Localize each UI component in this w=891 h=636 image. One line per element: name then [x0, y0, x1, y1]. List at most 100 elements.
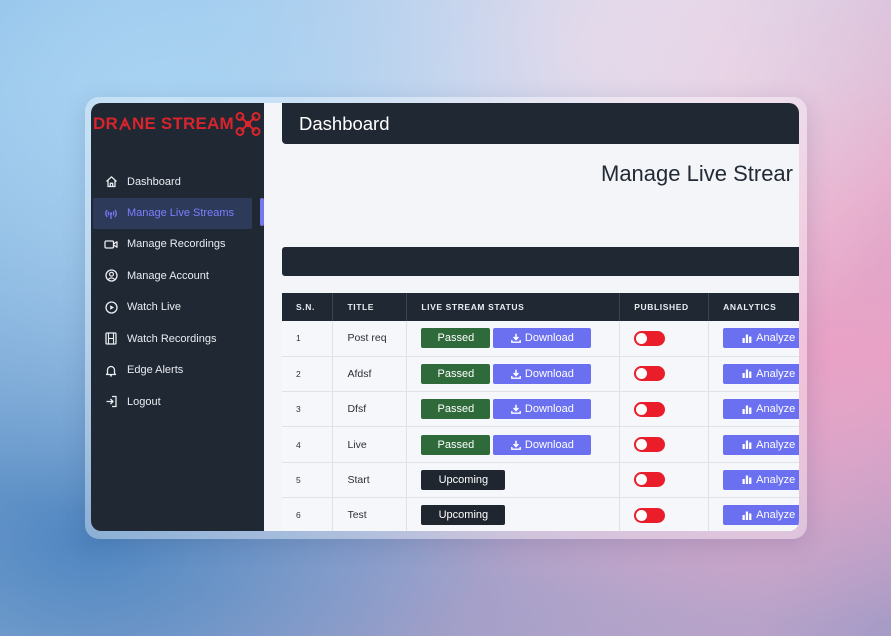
- page-title: Manage Live Strear: [601, 161, 793, 186]
- table-row: 1 Post req Passed Download Analyze: [282, 321, 799, 357]
- bar-chart-icon: [742, 369, 752, 379]
- video-camera-icon: [104, 237, 118, 251]
- quadcopter-icon: [235, 112, 261, 136]
- published-toggle[interactable]: [634, 437, 666, 453]
- sidebar: DR NE STREAM Dashboard Manage Live Strea…: [91, 103, 264, 531]
- table-row: 6 Test Upcoming Analyze: [282, 497, 799, 531]
- cell-title: Afdsf: [332, 356, 408, 393]
- analyze-label: Analyze: [756, 438, 796, 451]
- drone-icon: [119, 116, 131, 131]
- cell-published: [619, 497, 710, 531]
- published-toggle[interactable]: [634, 366, 666, 382]
- download-label: Download: [524, 367, 574, 380]
- bar-chart-icon: [742, 511, 752, 520]
- cell-published: [619, 462, 710, 498]
- cell-published: [619, 321, 710, 357]
- top-bar: Dashboard: [282, 103, 799, 144]
- sidebar-item-manage-account[interactable]: Manage Account: [91, 260, 264, 291]
- column-header-analytics[interactable]: ANALYTICS: [708, 293, 799, 321]
- logout-icon: [104, 395, 118, 409]
- download-button[interactable]: Download: [493, 363, 592, 384]
- cell-published: [619, 356, 710, 393]
- table-row: 3 Dfsf Passed Download Analyze: [282, 391, 799, 428]
- cell-status: Passed Download: [406, 321, 621, 357]
- published-toggle[interactable]: [634, 330, 666, 346]
- cell-title: Dfsf: [332, 391, 408, 428]
- table-body: 1 Post req Passed Download Analyze 2 Afdsf Pass…: [282, 321, 799, 531]
- sidebar-item-label: Edge Alerts: [127, 364, 184, 376]
- toggle-knob: [636, 332, 648, 344]
- status-passed-button[interactable]: Passed: [421, 399, 491, 420]
- toggle-knob: [636, 403, 648, 415]
- sidebar-item-dashboard[interactable]: Dashboard: [91, 166, 264, 197]
- home-icon: [104, 175, 118, 189]
- sidebar-item-watch-recordings[interactable]: Watch Recordings: [91, 323, 264, 354]
- user-circle-icon: [104, 269, 118, 283]
- table-row: 2 Afdsf Passed Download Analyze: [282, 356, 799, 393]
- cell-sn: 3: [282, 391, 334, 428]
- cell-sn: 6: [282, 497, 334, 531]
- cell-status: Upcoming: [406, 462, 621, 498]
- status-passed-button[interactable]: Passed: [421, 328, 491, 349]
- sidebar-item-label: Manage Account: [127, 269, 209, 282]
- cell-status: Upcoming: [406, 497, 621, 531]
- cell-status: Passed Download: [406, 426, 621, 463]
- sidebar-item-label: Manage Recordings: [127, 238, 226, 250]
- streams-table-wrap: S.N. TITLE LIVE STREAM STATUS PUBLISHED …: [282, 293, 799, 531]
- download-label: Download: [524, 438, 574, 451]
- status-upcoming-button[interactable]: Upcoming: [421, 469, 506, 490]
- sidebar-item-label: Watch Recordings: [127, 332, 217, 345]
- sidebar-item-label: Manage Live Streams: [127, 207, 234, 219]
- analyze-button[interactable]: Analyze: [723, 363, 799, 384]
- section-bar: [282, 247, 799, 276]
- bar-chart-icon: [742, 440, 752, 450]
- sidebar-item-watch-live[interactable]: Watch Live: [91, 292, 264, 323]
- cell-analytics: Analyze: [708, 426, 799, 463]
- download-button[interactable]: Download: [493, 399, 592, 420]
- cell-title: Start: [332, 462, 408, 498]
- cell-analytics: Analyze: [708, 356, 799, 393]
- cell-title: Post req: [332, 321, 408, 357]
- sidebar-item-manage-recordings[interactable]: Manage Recordings: [91, 229, 264, 260]
- sidebar-item-label: Watch Live: [127, 301, 182, 313]
- published-toggle[interactable]: [634, 507, 666, 523]
- play-circle-icon: [104, 300, 118, 314]
- published-toggle[interactable]: [634, 472, 666, 488]
- column-header-title[interactable]: TITLE: [332, 293, 408, 321]
- table-row: 5 Start Upcoming Analyze: [282, 462, 799, 498]
- sidebar-item-logout[interactable]: Logout: [91, 386, 264, 417]
- cell-title: Live: [332, 426, 408, 463]
- analyze-button[interactable]: Analyze: [723, 505, 799, 526]
- column-header-sn[interactable]: S.N.: [282, 293, 334, 321]
- download-icon: [511, 369, 521, 379]
- download-button[interactable]: Download: [493, 328, 592, 349]
- logo-text-left: DR: [93, 114, 118, 133]
- published-toggle[interactable]: [634, 401, 666, 417]
- status-upcoming-button[interactable]: Upcoming: [421, 505, 506, 526]
- brand-logo[interactable]: DR NE STREAM: [93, 112, 261, 136]
- column-header-published[interactable]: PUBLISHED: [619, 293, 710, 321]
- analyze-button[interactable]: Analyze: [723, 469, 799, 490]
- sidebar-nav: Dashboard Manage Live Streams Manage Rec…: [91, 166, 264, 418]
- toggle-knob: [636, 368, 648, 380]
- bar-chart-icon: [742, 475, 752, 485]
- status-passed-button[interactable]: Passed: [421, 434, 491, 455]
- analyze-button[interactable]: Analyze: [723, 328, 799, 349]
- main-content: Dashboard Manage Live Strear S.N. TITLE …: [264, 103, 799, 531]
- sidebar-item-edge-alerts[interactable]: Edge Alerts: [91, 355, 264, 386]
- column-header-status[interactable]: LIVE STREAM STATUS: [406, 293, 621, 321]
- logo-text-right: NE STREAM: [131, 114, 234, 133]
- status-passed-button[interactable]: Passed: [421, 363, 491, 384]
- cell-sn: 5: [282, 462, 334, 498]
- analyze-button[interactable]: Analyze: [723, 434, 799, 455]
- bar-chart-icon: [742, 405, 752, 414]
- sidebar-item-label: Dashboard: [127, 175, 181, 188]
- download-icon: [511, 334, 521, 344]
- sidebar-item-manage-live-streams[interactable]: Manage Live Streams: [93, 197, 252, 229]
- download-button[interactable]: Download: [493, 434, 592, 455]
- cell-analytics: Analyze: [708, 321, 799, 357]
- cell-published: [619, 391, 710, 428]
- download-label: Download: [524, 403, 574, 416]
- analyze-button[interactable]: Analyze: [723, 399, 799, 420]
- cell-analytics: Analyze: [708, 497, 799, 531]
